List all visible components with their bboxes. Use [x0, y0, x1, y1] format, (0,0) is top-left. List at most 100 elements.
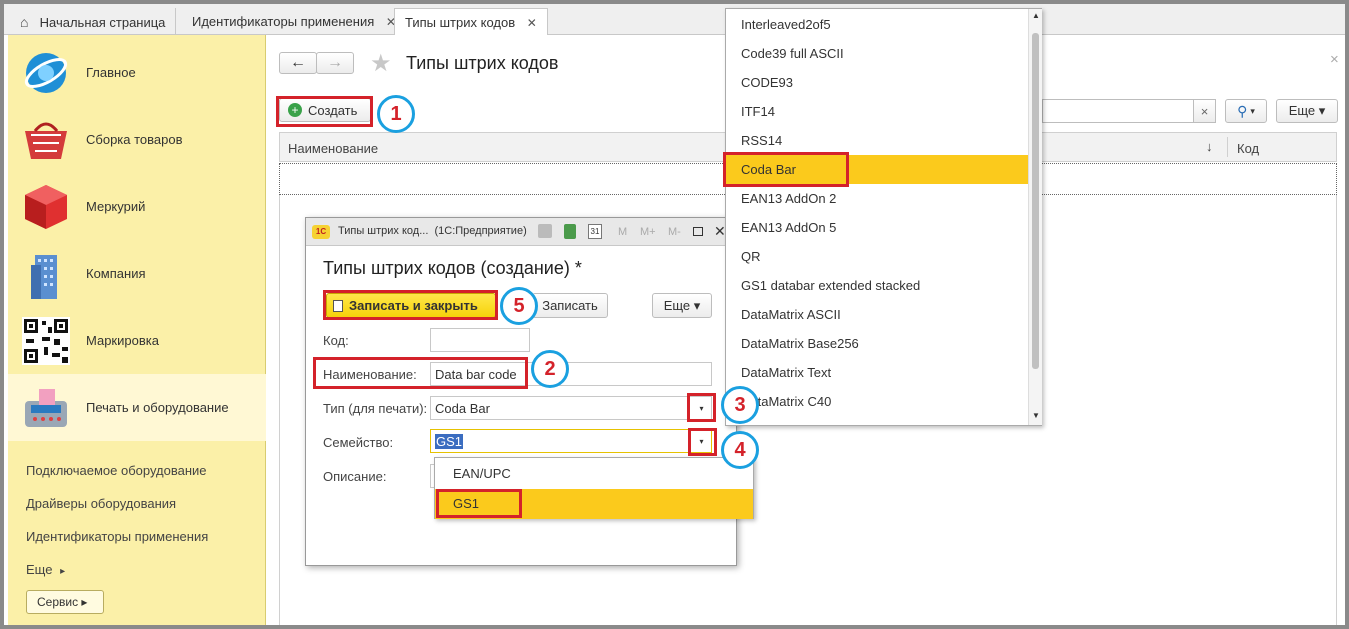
sidebar-item-marking[interactable]: Маркировка [8, 307, 266, 374]
callout-badge: 1 [377, 95, 415, 133]
sidebar-item-label: Компания [86, 266, 146, 281]
list-item[interactable]: DataMatrix Text [726, 358, 1028, 387]
building-icon [20, 248, 72, 300]
search-button[interactable]: ⚲ ▾ [1225, 99, 1267, 123]
sidebar-item-company[interactable]: Компания [8, 240, 266, 307]
highlight-type-dropdown [687, 393, 716, 422]
callout-badge: 4 [721, 431, 759, 469]
sidebar-item-label: Маркировка [86, 333, 159, 348]
tab-bar: ⌂ Начальная страница Идентификаторы прим… [4, 4, 1345, 35]
tab-home-label: Начальная страница [39, 15, 166, 30]
scroll-down-icon[interactable]: ▼ [1032, 411, 1040, 420]
more-button[interactable]: Еще ▾ [1276, 99, 1338, 123]
home-icon: ⌂ [20, 14, 29, 30]
scroll-up-icon[interactable]: ▲ [1032, 11, 1040, 20]
highlight-create-button [276, 96, 373, 127]
family-value: GS1 [435, 434, 464, 449]
search-input[interactable] [1042, 99, 1216, 123]
sidebar-link-drivers[interactable]: Драйверы оборудования [26, 496, 176, 511]
chevron-down-icon: ▾ [1250, 105, 1255, 116]
description-label: Описание: [323, 469, 387, 484]
globe-icon [20, 47, 72, 99]
save-button[interactable]: Записать [532, 293, 608, 318]
list-item[interactable]: DataMatrix C40 [726, 387, 1028, 416]
list-item[interactable]: EAN/UPC [435, 458, 753, 488]
memory-button[interactable]: M [618, 226, 627, 238]
highlight-gs1-option [436, 489, 522, 518]
print-icon[interactable] [538, 224, 552, 238]
sidebar-item-main[interactable]: Главное [8, 39, 266, 106]
search-icon: ⚲ [1237, 102, 1248, 119]
tab-home[interactable]: ⌂ Начальная страница [10, 8, 177, 35]
list-item[interactable]: ITF14 [726, 97, 1028, 126]
forward-button[interactable]: → [316, 52, 354, 74]
scrollbar[interactable]: ▲ ▼ [1028, 9, 1042, 425]
type-field[interactable]: Coda Bar [430, 396, 712, 420]
memory-plus-button[interactable]: M+ [640, 226, 656, 238]
back-button[interactable]: ← [279, 52, 317, 74]
close-icon[interactable]: ✕ [527, 16, 537, 30]
sidebar-item-label: Сборка товаров [86, 132, 183, 147]
callout-badge: 2 [531, 350, 569, 388]
tab-identifiers[interactable]: Идентификаторы применения ✕ [182, 8, 407, 35]
sidebar-item-label: Главное [86, 65, 136, 80]
column-divider [1227, 137, 1228, 157]
list-item[interactable]: GS1 databar extended stacked [726, 271, 1028, 300]
memory-minus-button[interactable]: M- [668, 226, 681, 238]
maximize-icon[interactable] [693, 227, 703, 236]
more-button[interactable]: Еще ▾ [652, 293, 712, 318]
highlight-coda-bar [723, 152, 849, 187]
type-dropdown-list: Interleaved2of5 Code39 full ASCII CODE93 IT… [725, 8, 1042, 426]
sidebar-link-identifiers[interactable]: Идентификаторы применения [26, 529, 208, 544]
sidebar-item-printing[interactable]: Печать и оборудование [8, 374, 266, 441]
list-item[interactable]: EAN13 AddOn 5 [726, 213, 1028, 242]
calendar-icon[interactable]: 31 [588, 224, 602, 239]
code-label: Код: [323, 333, 349, 348]
sidebar-item-mercury[interactable]: Меркурий [8, 173, 266, 240]
column-header-name[interactable]: Наименование [288, 141, 378, 156]
tab-barcode-types[interactable]: Типы штрих кодов ✕ [394, 8, 548, 35]
sidebar-item-label: Печать и оборудование [86, 400, 229, 415]
list-item[interactable]: RSS14 [726, 126, 1028, 155]
dialog-title-bar: 1C Типы штрих код... (1С:Предприятие) 31… [306, 218, 736, 246]
app-logo-icon: 1C [312, 225, 330, 239]
list-item[interactable]: Interleaved2of5 [726, 10, 1028, 39]
scrollbar-thumb[interactable] [1032, 33, 1039, 369]
sidebar-link-more[interactable]: Еще ▸ [26, 562, 65, 577]
sort-arrow-icon[interactable]: ↓ [1206, 139, 1213, 154]
service-button[interactable]: Сервис ▸ [26, 590, 104, 614]
sidebar-item-assembly[interactable]: Сборка товаров [8, 106, 266, 173]
search-clear-button[interactable]: × [1193, 99, 1216, 123]
highlight-name-field [313, 357, 528, 389]
page-title: Типы штрих кодов [406, 53, 559, 73]
list-item[interactable]: EAN13 AddOn 2 [726, 184, 1028, 213]
list-item[interactable]: Code39 full ASCII [726, 39, 1028, 68]
tab-identifiers-label: Идентификаторы применения [192, 14, 375, 29]
dialog-window-title: Типы штрих код... (1С:Предприятие) [338, 225, 527, 237]
sidebar-item-label: Меркурий [86, 199, 146, 214]
tab-barcode-types-label: Типы штрих кодов [405, 15, 516, 30]
arrow-left-icon: ← [290, 54, 306, 71]
card-terminal-icon [20, 382, 72, 434]
calculator-icon[interactable] [564, 224, 576, 239]
arrow-right-icon: → [327, 54, 343, 71]
basket-icon [20, 114, 72, 166]
highlight-family-dropdown [688, 428, 717, 456]
close-icon[interactable]: × [1330, 51, 1339, 68]
sidebar-link-equipment[interactable]: Подключаемое оборудование [26, 463, 207, 478]
column-header-code[interactable]: Код [1237, 141, 1259, 156]
family-label: Семейство: [323, 435, 394, 450]
family-field[interactable]: GS1 [430, 429, 712, 453]
qr-code-icon [20, 315, 72, 367]
code-field[interactable] [430, 328, 530, 352]
close-icon[interactable]: ✕ [714, 223, 726, 240]
list-item[interactable]: DataMatrix Base256 [726, 329, 1028, 358]
list-item[interactable]: CODE93 [726, 68, 1028, 97]
chevron-right-icon: ▸ [60, 566, 66, 577]
star-icon[interactable]: ★ [370, 49, 392, 78]
callout-badge: 5 [500, 287, 538, 325]
list-item[interactable]: DataMatrix ASCII [726, 300, 1028, 329]
app-window: ⌂ Начальная страница Идентификаторы прим… [0, 0, 1349, 629]
type-label: Тип (для печати): [323, 401, 428, 416]
list-item[interactable]: QR [726, 242, 1028, 271]
